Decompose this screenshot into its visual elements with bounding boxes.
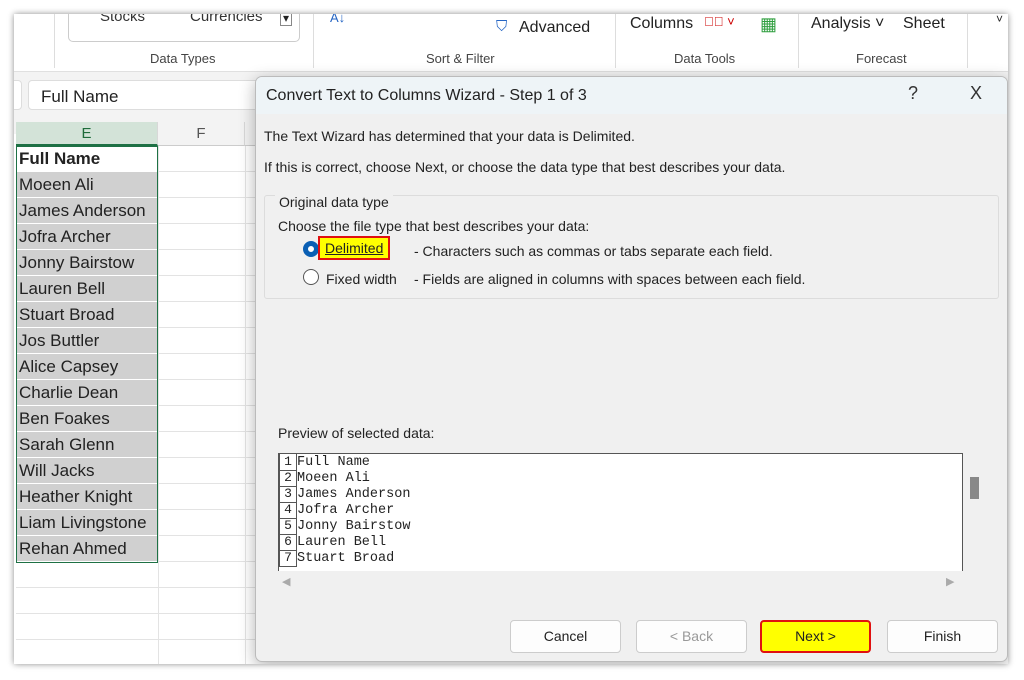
delimited-label: Delimited: [325, 240, 384, 256]
help-button[interactable]: ?: [908, 83, 918, 104]
sort-icon[interactable]: A↓: [330, 14, 345, 25]
preview-row-number: 3: [279, 486, 297, 503]
preview-row: 2 Moeen Ali: [279, 470, 962, 487]
text-to-columns-button[interactable]: Columns: [630, 15, 693, 33]
divider: [798, 14, 799, 68]
preview-row: 6 Lauren Bell: [279, 534, 962, 551]
gallery-more-icon[interactable]: ▾: [280, 14, 293, 26]
analysis-label: Analysis: [811, 15, 871, 32]
preview-row-text: Lauren Bell: [297, 535, 387, 550]
cell[interactable]: Jonny Bairstow: [16, 250, 157, 276]
gridline: [245, 146, 246, 664]
advanced-button[interactable]: Advanced: [519, 19, 590, 37]
next-button[interactable]: Next >: [760, 620, 871, 653]
group-data-types: Data Types: [150, 51, 216, 66]
divider: [615, 14, 616, 68]
group-data-tools: Data Tools: [674, 51, 736, 66]
group-sort-filter: Sort & Filter: [426, 51, 495, 66]
fixed-width-radio[interactable]: [303, 269, 319, 285]
fixed-width-label[interactable]: Fixed width: [326, 271, 397, 287]
preview-row: 1 Full Name: [279, 454, 962, 471]
preview-row-text: James Anderson: [297, 487, 411, 502]
cell[interactable]: Heather Knight: [16, 484, 157, 510]
cell[interactable]: Stuart Broad: [16, 302, 157, 328]
close-button[interactable]: X: [970, 83, 982, 104]
preview-row-number: 2: [279, 470, 297, 487]
preview-row-text: Jonny Bairstow: [297, 519, 411, 534]
cell[interactable]: Jos Buttler: [16, 328, 157, 354]
data-validation-icon[interactable]: ☑⃠ ˅: [704, 14, 735, 29]
divider: [54, 14, 55, 68]
delimited-label-highlight[interactable]: Delimited: [318, 236, 391, 260]
wizard-instruction: If this is correct, choose Next, or choo…: [264, 159, 786, 175]
cell[interactable]: Alice Capsey: [16, 354, 157, 380]
cell[interactable]: Jofra Archer: [16, 224, 157, 250]
excel-window: Stocks Currencies ▾ A↓ ⛉ Advanced Column…: [14, 14, 1008, 664]
choose-label: Choose the file type that best describes…: [278, 218, 590, 234]
preview-row: 4 Jofra Archer: [279, 502, 962, 519]
text-to-columns-dialog: Convert Text to Columns Wizard - Step 1 …: [255, 76, 1008, 662]
back-button[interactable]: < Back: [636, 620, 747, 653]
name-box[interactable]: [14, 80, 22, 110]
finish-button[interactable]: Finish: [887, 620, 998, 653]
group-forecast: Forecast: [856, 51, 907, 66]
cancel-button[interactable]: Cancel: [510, 620, 621, 653]
dialog-title: Convert Text to Columns Wizard - Step 1 …: [266, 87, 587, 104]
cell[interactable]: Moeen Ali: [16, 172, 157, 198]
column-header-f[interactable]: F: [158, 122, 245, 146]
ribbon: Stocks Currencies ▾ A↓ ⛉ Advanced Column…: [14, 14, 1008, 72]
preview-row-text: Jofra Archer: [297, 503, 395, 518]
fixed-width-description: - Fields are aligned in columns with spa…: [414, 271, 806, 287]
cell[interactable]: Lauren Bell: [16, 276, 157, 302]
dialog-title-bar: Convert Text to Columns Wizard - Step 1 …: [256, 77, 1007, 114]
formula-input[interactable]: Full Name: [28, 80, 288, 110]
scroll-left-icon[interactable]: ◀: [282, 575, 290, 588]
gridline: [158, 146, 159, 664]
preview-row-text: Full Name: [297, 455, 370, 470]
preview-row-number: 4: [279, 502, 297, 519]
divider: [313, 14, 314, 68]
column-header-e[interactable]: E: [16, 122, 158, 146]
stocks-button[interactable]: Stocks: [100, 14, 145, 25]
preview-row-text: Moeen Ali: [297, 471, 370, 486]
preview-vscroll-thumb[interactable]: [970, 477, 979, 499]
ribbon-collapse-icon[interactable]: ˅: [996, 14, 1003, 26]
preview-row-number: 5: [279, 518, 297, 535]
divider: [967, 14, 968, 68]
forecast-sheet-button[interactable]: Sheet: [903, 15, 945, 33]
scroll-right-icon[interactable]: ▶: [946, 575, 954, 588]
wizard-message: The Text Wizard has determined that your…: [264, 128, 635, 144]
preview-row-number: 7: [279, 550, 297, 567]
preview-row: 5 Jonny Bairstow: [279, 518, 962, 535]
preview-row-number: 1: [279, 454, 297, 471]
cell[interactable]: Charlie Dean: [16, 380, 157, 406]
cell[interactable]: Will Jacks: [16, 458, 157, 484]
data-preview: 1 Full Name 2 Moeen Ali 3 James Anderson 4 Jofr…: [278, 453, 963, 571]
preview-label: Preview of selected data:: [278, 425, 435, 441]
data-model-icon[interactable]: ▦: [760, 14, 777, 35]
delimited-description: - Characters such as commas or tabs sepa…: [414, 243, 773, 259]
cell[interactable]: James Anderson: [16, 198, 157, 224]
preview-row: 7 Stuart Broad: [279, 550, 962, 567]
preview-row: 3 James Anderson: [279, 486, 962, 503]
what-if-analysis-button[interactable]: Analysis ˅: [811, 15, 884, 33]
cell[interactable]: Full Name: [16, 146, 157, 172]
delimited-radio[interactable]: [303, 241, 319, 257]
currencies-button[interactable]: Currencies: [190, 14, 263, 25]
advanced-filter-icon: ⛉: [496, 18, 508, 35]
cell[interactable]: Ben Foakes: [16, 406, 157, 432]
cell[interactable]: Liam Livingstone: [16, 510, 157, 536]
cell[interactable]: Sarah Glenn: [16, 432, 157, 458]
cell[interactable]: Rehan Ahmed: [16, 536, 157, 562]
preview-row-number: 6: [279, 534, 297, 551]
preview-row-text: Stuart Broad: [297, 551, 395, 566]
group-label: Original data type: [275, 194, 393, 210]
